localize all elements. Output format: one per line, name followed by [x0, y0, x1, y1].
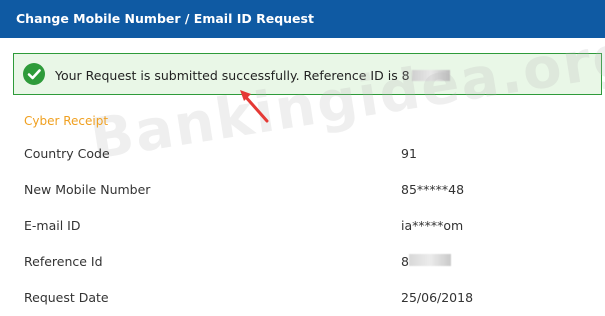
annotation-arrow-icon [240, 90, 269, 123]
success-alert: Your Request is submitted successfully. … [13, 53, 602, 95]
row-label: Country Code [24, 146, 110, 161]
receipt-row-country-code: Country Code 91 [0, 136, 605, 172]
success-message-text: Your Request is submitted successfully. … [55, 68, 410, 83]
section-title-cyber-receipt: Cyber Receipt [24, 114, 109, 128]
receipt-row-request-date: Request Date 25/06/2018 [0, 280, 605, 316]
row-value: 91 [401, 146, 417, 161]
blurred-reference-id-value [408, 254, 451, 266]
receipt-row-email-id: E-mail ID ia*****om [0, 208, 605, 244]
row-label: Reference Id [24, 254, 103, 269]
row-value: 85*****48 [401, 182, 465, 197]
page-title: Change Mobile Number / Email ID Request [16, 11, 314, 26]
reference-id-visible: 8 [401, 254, 409, 269]
check-circle-icon [23, 63, 45, 85]
row-value: 8 [401, 254, 451, 269]
row-label: Request Date [24, 290, 109, 305]
receipt-row-mobile-number: New Mobile Number 85*****48 [0, 172, 605, 208]
success-message: Your Request is submitted successfully. … [55, 68, 450, 83]
receipt-row-reference-id: Reference Id 8 [0, 244, 605, 280]
row-label: New Mobile Number [24, 182, 151, 197]
blurred-reference-id [411, 70, 450, 81]
page-header: Change Mobile Number / Email ID Request [0, 0, 605, 38]
row-value: ia*****om [401, 218, 464, 233]
row-value: 25/06/2018 [401, 290, 474, 305]
row-label: E-mail ID [24, 218, 81, 233]
